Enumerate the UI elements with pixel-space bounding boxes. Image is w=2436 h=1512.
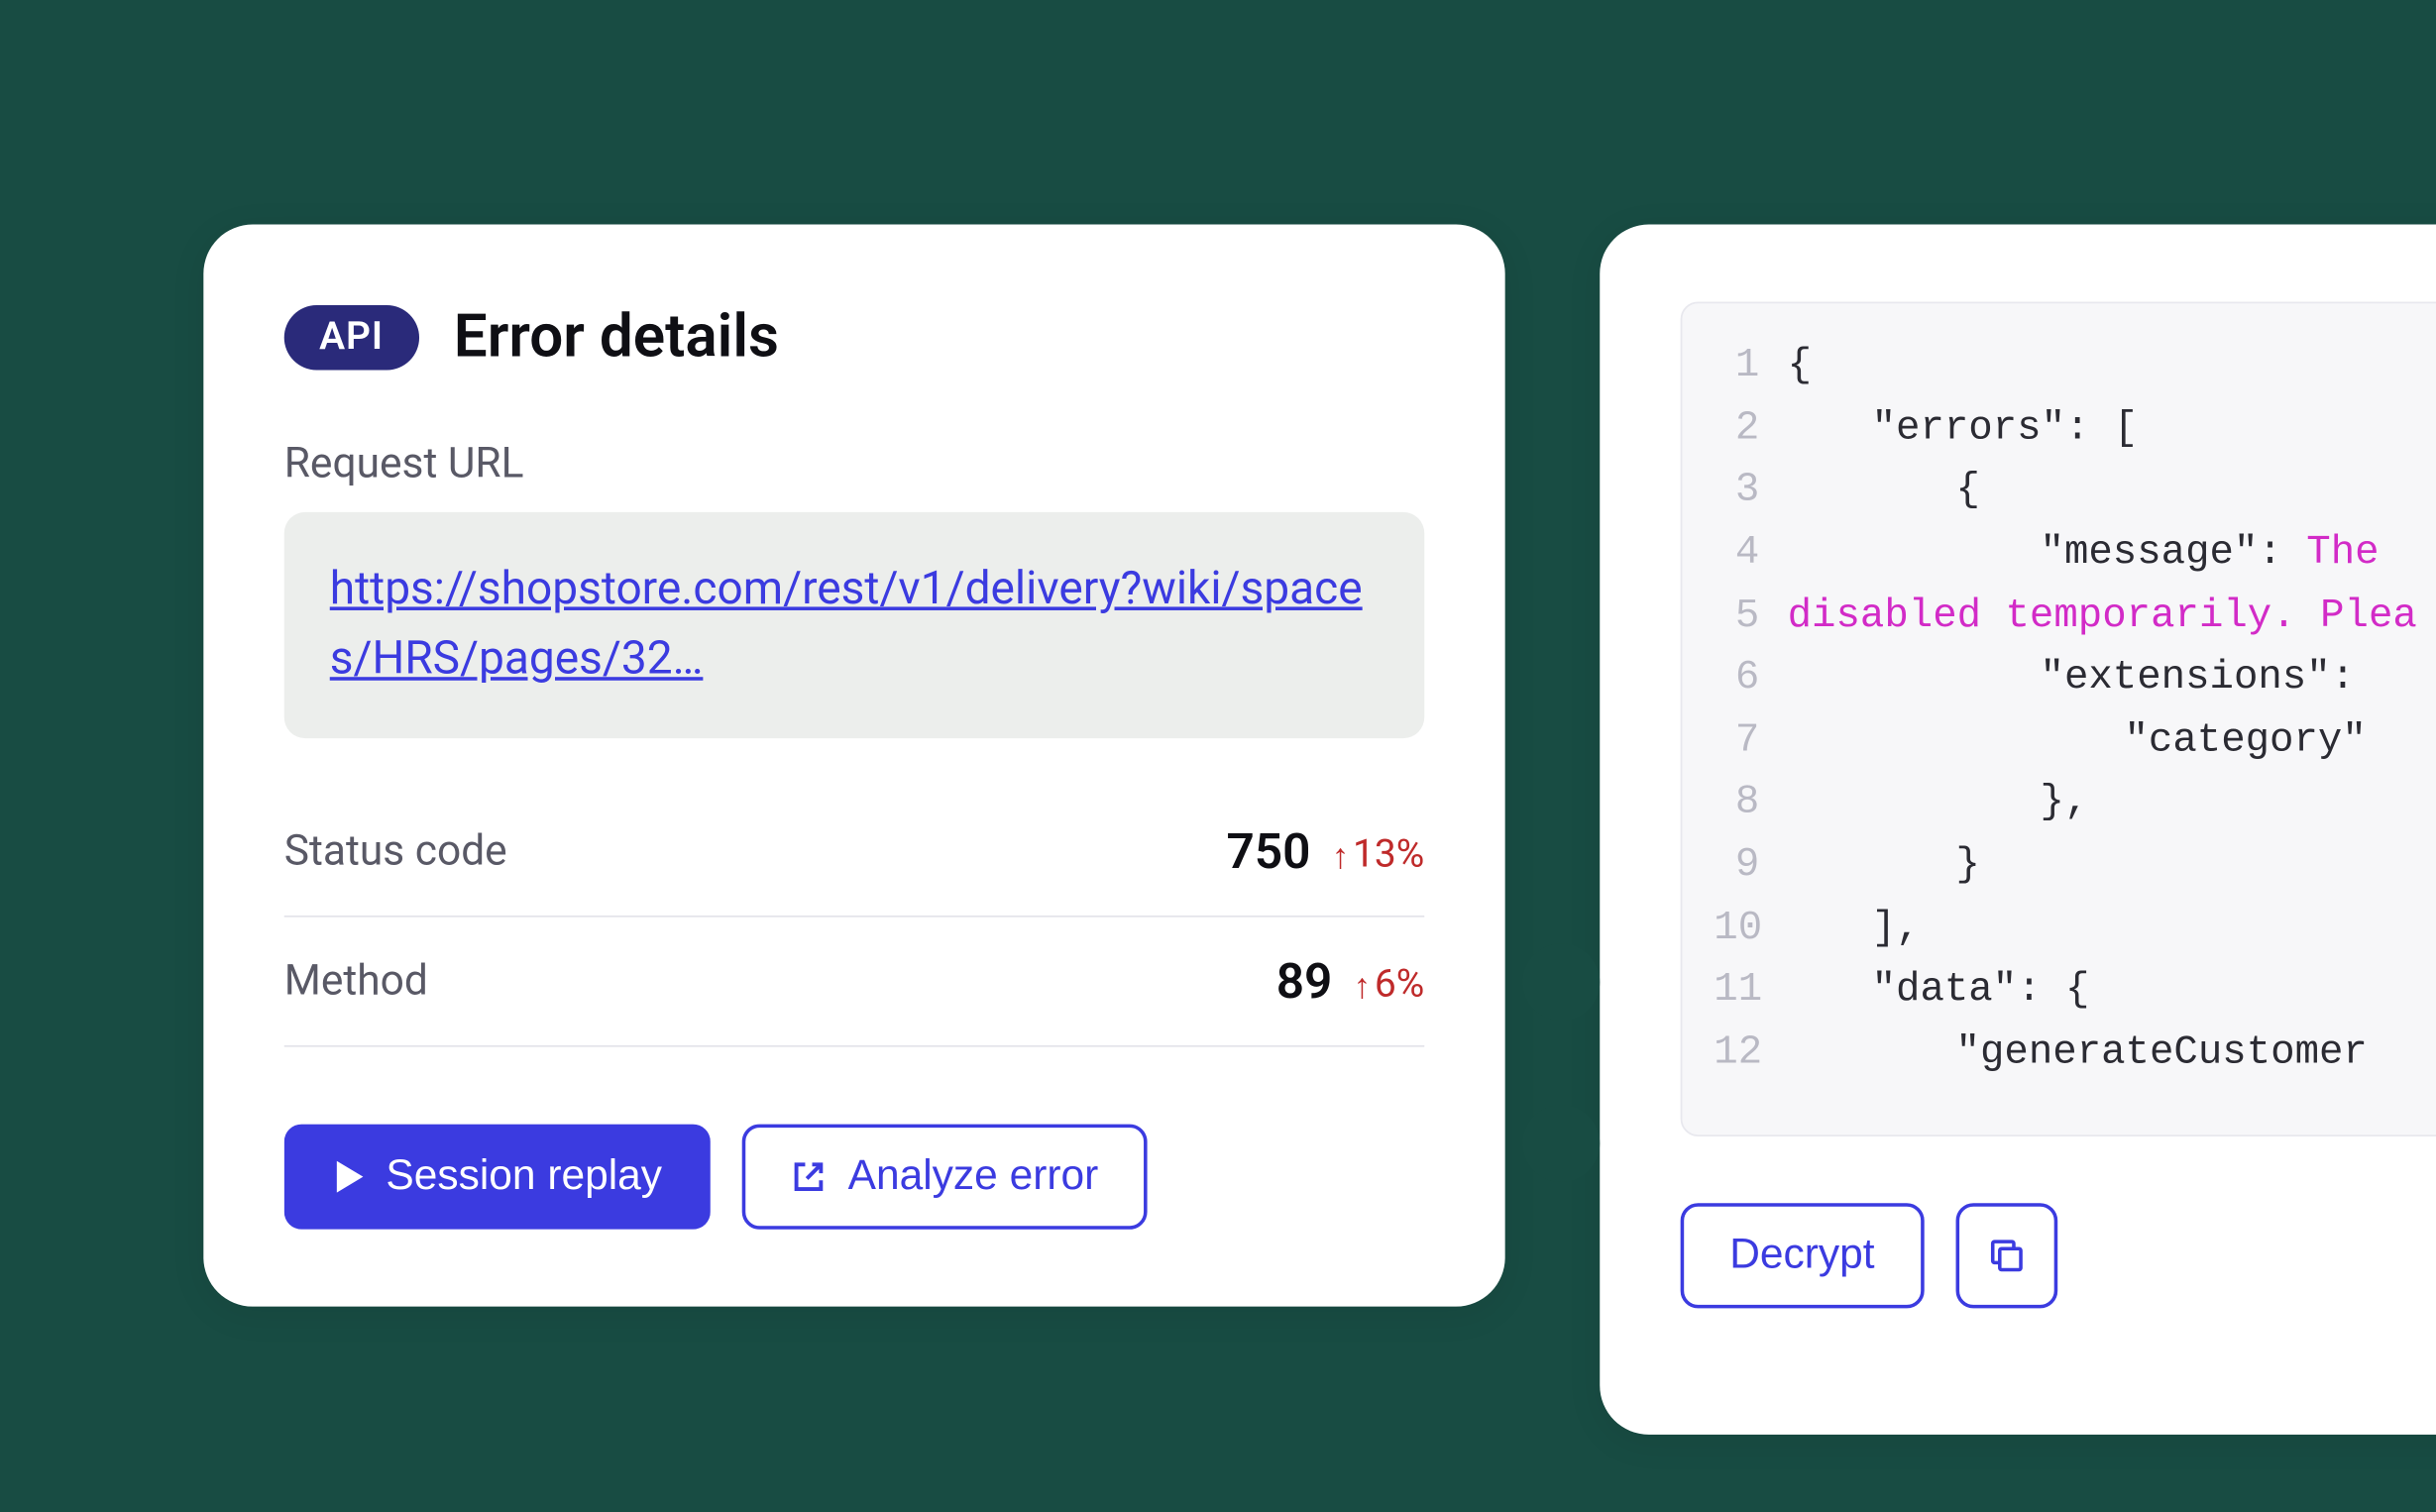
code-text: "data"	[1872, 967, 2018, 1013]
arrow-up-icon: ↑	[1332, 837, 1350, 872]
copy-icon	[1987, 1237, 2026, 1275]
error-details-card: API Error details Request URL https://sh…	[203, 225, 1504, 1306]
session-replay-button[interactable]: Session replay	[284, 1124, 712, 1229]
analyze-error-label: Analyze error	[848, 1151, 1099, 1201]
code-text: ],	[1788, 898, 1921, 960]
code-text: {	[1788, 335, 1812, 397]
line-number: 6	[1714, 647, 1787, 709]
line-number: 4	[1714, 522, 1787, 585]
code-text: disabled temporarily.	[1788, 592, 2296, 637]
code-text: "generateCustomer	[1956, 1029, 2368, 1075]
line-number: 12	[1714, 1023, 1787, 1085]
line-number: 2	[1714, 397, 1787, 460]
method-delta: ↑ 6%	[1354, 963, 1425, 1007]
arrow-up-icon: ↑	[1354, 967, 1372, 1002]
line-number: 9	[1714, 835, 1787, 898]
line-number: 3	[1714, 460, 1787, 522]
code-text: Plea	[2296, 592, 2417, 637]
error-actions: Session replay Analyze error	[284, 1124, 1425, 1229]
card-notch	[1522, 1105, 1600, 1182]
line-number: 10	[1714, 898, 1787, 960]
json-response-card: 1{ 2"errors": [ 3{ 4"message": The 5disa…	[1600, 225, 2436, 1435]
code-text: : [	[2065, 404, 2138, 450]
method-label: Method	[284, 956, 428, 1006]
request-url-value[interactable]: https://shopstore.com/rest/v1/delivery?w…	[330, 563, 1363, 686]
play-icon	[333, 1158, 365, 1193]
status-code-label: Status code	[284, 826, 507, 876]
code-text: The	[2306, 529, 2379, 575]
line-number: 8	[1714, 773, 1787, 835]
line-number: 1	[1714, 335, 1787, 397]
session-replay-label: Session replay	[386, 1151, 662, 1201]
status-code-delta-value: 13%	[1353, 833, 1424, 877]
code-text: "message"	[2041, 529, 2259, 575]
code-text: "errors"	[1872, 404, 2065, 450]
line-number: 5	[1714, 585, 1787, 647]
code-text: "category"	[2124, 717, 2366, 763]
line-number: 7	[1714, 710, 1787, 773]
open-external-icon	[792, 1158, 827, 1193]
code-text: },	[1788, 773, 2089, 835]
code-text: :	[2331, 655, 2355, 701]
request-url-label: Request URL	[284, 439, 1425, 488]
json-actions: Decrypt	[1681, 1203, 2436, 1308]
method-value: 89	[1276, 951, 1333, 1009]
code-text: : {	[2017, 967, 2089, 1013]
code-text: }	[1788, 835, 1980, 898]
line-number: 11	[1714, 960, 1787, 1023]
decrypt-label: Decrypt	[1729, 1232, 1874, 1281]
status-code-value: 750	[1227, 821, 1311, 879]
code-text: :	[2258, 529, 2306, 575]
card-notch	[1522, 943, 1600, 1021]
card-title: Error details	[454, 301, 779, 372]
status-code-row: Status code 750 ↑ 13%	[284, 787, 1425, 917]
method-row: Method 89 ↑ 6%	[284, 917, 1425, 1046]
decrypt-button[interactable]: Decrypt	[1681, 1203, 1924, 1308]
status-code-delta: ↑ 13%	[1332, 833, 1425, 877]
code-text: "extensions"	[2041, 655, 2331, 701]
json-code-block: 1{ 2"errors": [ 3{ 4"message": The 5disa…	[1681, 301, 2436, 1136]
copy-button[interactable]	[1955, 1203, 2057, 1308]
api-badge: API	[284, 304, 419, 369]
code-text: {	[1788, 460, 1980, 522]
method-delta-value: 6%	[1375, 963, 1424, 1007]
card-header: API Error details	[284, 301, 1425, 372]
request-url-box[interactable]: https://shopstore.com/rest/v1/delivery?w…	[284, 512, 1425, 738]
analyze-error-button[interactable]: Analyze error	[742, 1124, 1147, 1229]
